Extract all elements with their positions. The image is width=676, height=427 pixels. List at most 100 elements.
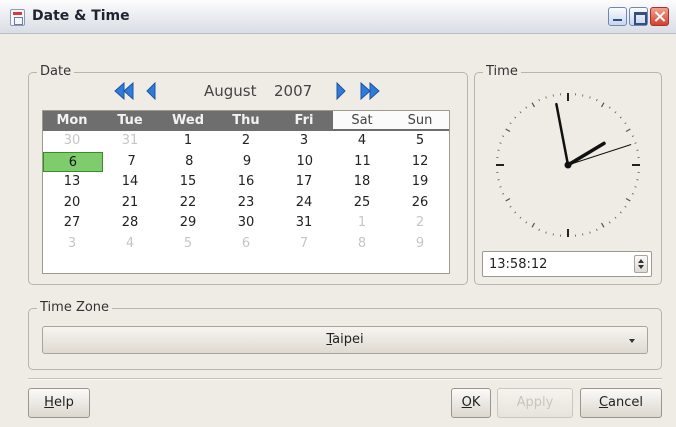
calendar-day[interactable]: 1 [333,213,391,234]
calendar-week-row: 6 7 8 9 10 11 12 [43,151,449,173]
calendar-app-icon [10,9,25,26]
time-spin-button[interactable] [634,255,648,273]
calendar-day[interactable]: 26 [391,193,449,214]
clock-minute-tick [545,96,547,99]
clock-minute-tick [499,142,502,144]
calendar-day[interactable]: 24 [275,193,333,214]
clock-minute-tick [614,111,617,114]
next-month-icon[interactable] [334,82,348,100]
previous-year-icon[interactable] [112,82,136,100]
calendar-day[interactable]: 5 [159,234,217,255]
time-field[interactable] [482,251,652,277]
ok-mnemonic: O [461,395,472,410]
clock-minute-tick [514,211,517,214]
calendar-day[interactable]: 19 [391,172,449,193]
help-button[interactable]: Help [28,388,90,418]
window-title: Date & Time [32,8,130,24]
minimize-button[interactable] [608,7,627,26]
calendar-day-selected[interactable]: 6 [43,151,103,172]
calendar-day[interactable]: 23 [217,193,275,214]
calendar-week-row: 20 21 22 23 24 25 26 [43,193,449,214]
weekday-label: Mon [43,111,101,131]
time-input[interactable] [483,252,629,276]
date-time-window: Date & Time Date August 2007 Mon Tue Wed… [0,0,676,427]
calendar-day[interactable]: 4 [101,234,159,255]
clock-minute-tick [514,116,517,119]
calendar-day[interactable]: 21 [101,193,159,214]
calendar-day[interactable]: 2 [391,213,449,234]
clock-minute-tick [509,122,512,125]
previous-month-icon[interactable] [144,82,158,100]
calendar-day[interactable]: 11 [334,152,392,173]
dropdown-arrow-icon[interactable] [629,339,635,343]
calendar-day[interactable]: 6 [217,234,275,255]
calendar-day[interactable]: 16 [217,172,275,193]
date-legend: Date [37,64,75,79]
clock-minute-tick [608,106,611,109]
calendar-day[interactable]: 14 [101,172,159,193]
apply-button[interactable]: Apply [497,388,573,418]
calendar-day[interactable]: 8 [160,152,218,173]
clock-hour-tick [531,102,536,108]
calendar-day[interactable]: 3 [275,131,333,152]
calendar-day[interactable]: 29 [159,213,217,234]
clock-minute-tick [545,231,547,234]
ok-label-rest: K [471,395,481,410]
clock-minute-tick [619,116,622,119]
clock-minute-tick [502,193,505,195]
calendar-day[interactable]: 25 [333,193,391,214]
clock-hour-tick [600,102,605,108]
next-year-icon[interactable] [358,82,382,100]
calendar-day[interactable]: 7 [275,234,333,255]
calendar-day[interactable]: 30 [43,131,101,152]
calendar-week-row: 13 14 15 16 17 18 19 [43,172,449,193]
clock-minute-tick [608,221,611,224]
clock-hour-tick [625,128,631,133]
clock-hour-tick [505,128,511,133]
time-legend: Time [483,64,521,79]
hour-hand [566,141,606,167]
calendar-day[interactable]: 12 [391,152,449,173]
calendar-day[interactable]: 20 [43,193,101,214]
close-button[interactable] [650,7,669,26]
timezone-dropdown[interactable]: Taipei [42,326,648,354]
calendar-day[interactable]: 8 [333,234,391,255]
calendar-day[interactable]: 9 [218,152,276,173]
calendar-day[interactable]: 5 [391,131,449,152]
clock-minute-tick [624,205,627,208]
calendar-day[interactable]: 9 [391,234,449,255]
ok-button[interactable]: OK [451,388,491,418]
clock-minute-tick [596,228,598,231]
cancel-button[interactable]: Cancel [580,388,662,418]
calendar-week-row: 27 28 29 30 31 1 2 [43,213,449,234]
spin-down-icon[interactable] [638,265,644,269]
title-bar[interactable]: Date & Time [0,0,676,34]
calendar-grid[interactable]: Mon Tue Wed Thu Fri Sat Sun 30 31 1 2 3 … [42,110,450,274]
calendar-day[interactable]: 18 [333,172,391,193]
spin-up-icon[interactable] [638,259,644,263]
calendar-day[interactable]: 30 [217,213,275,234]
calendar-day[interactable]: 7 [103,152,161,173]
calendar-day[interactable]: 10 [276,152,334,173]
weekday-label: Thu [217,111,275,131]
calendar-day[interactable]: 2 [217,131,275,152]
help-label-rest: elp [53,395,74,410]
maximize-button[interactable] [629,7,648,26]
clock-minute-tick [596,99,598,102]
clock-minute-tick [614,216,617,219]
calendar-day[interactable]: 31 [275,213,333,234]
calendar-day[interactable]: 1 [159,131,217,152]
calendar-day[interactable]: 31 [101,131,159,152]
calendar-day[interactable]: 3 [43,234,101,255]
calendar-day[interactable]: 22 [159,193,217,214]
clock-minute-tick [619,211,622,214]
calendar-day[interactable]: 28 [101,213,159,234]
year-label: 2007 [274,82,313,100]
calendar-day[interactable]: 4 [333,131,391,152]
calendar-day[interactable]: 27 [43,213,101,234]
calendar-day[interactable]: 15 [159,172,217,193]
calendar-day[interactable]: 13 [43,172,101,193]
calendar-day[interactable]: 17 [275,172,333,193]
clock-minute-tick [631,193,634,195]
weekday-label: Sat [333,111,391,131]
